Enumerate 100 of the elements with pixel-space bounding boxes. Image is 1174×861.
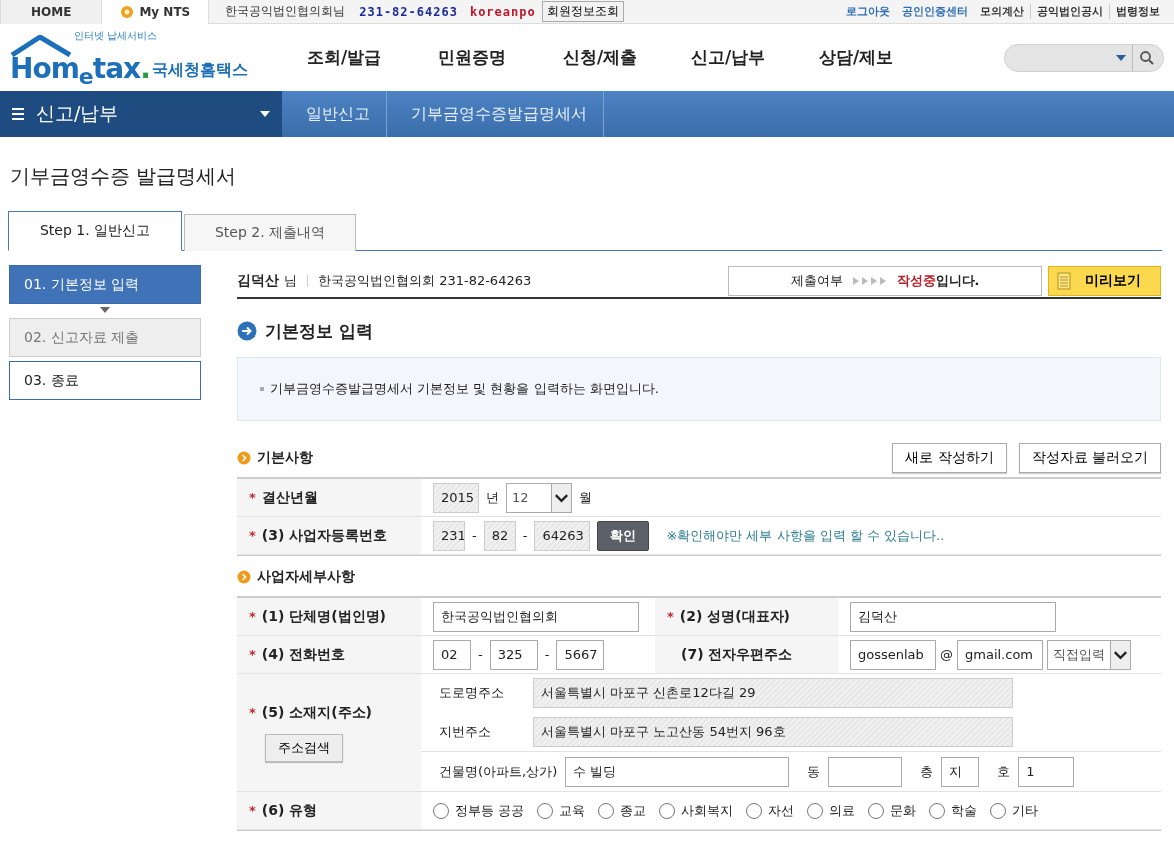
arrow-circle-icon	[237, 321, 257, 341]
member-info-button[interactable]: 회원정보조회	[541, 1, 624, 22]
step-item[interactable]: 01. 기본정보 입력	[9, 265, 201, 304]
user-name: 김덕산	[237, 272, 279, 290]
dong-field[interactable]	[828, 756, 903, 787]
business-number-field[interactable]: 231	[433, 520, 465, 551]
field-label: (7) 전자우편주소	[681, 645, 793, 664]
top-link[interactable]: 로그아웃	[840, 4, 896, 19]
search-icon[interactable]	[1139, 49, 1155, 66]
address-search-button[interactable]: 주소검색	[265, 733, 343, 762]
field-label: 층	[920, 762, 934, 781]
top-link[interactable]: 공익법인공시	[1030, 4, 1109, 19]
field-label: (2) 성명(대표자)	[679, 607, 791, 626]
top-link[interactable]: 공인인증센터	[896, 4, 974, 19]
required-mark: *	[249, 528, 256, 543]
field-label: (3) 사업자등록번호	[261, 526, 388, 545]
organization-info: 한국공익법인협의회 231-82-64263	[318, 272, 532, 290]
subsection-title: 사업자세부사항	[257, 568, 355, 586]
business-number-field[interactable]: 64263	[534, 520, 591, 551]
type-radio[interactable]: 기타	[990, 801, 1039, 820]
field-label: 도로명주소	[439, 684, 505, 702]
breadcrumb-item[interactable]: 일반신고	[282, 91, 387, 137]
step-tab[interactable]: Step 1. 일반신고	[8, 211, 182, 251]
type-radio[interactable]: 자선	[746, 801, 795, 820]
business-number-field[interactable]: 82	[483, 520, 516, 551]
separator: -	[522, 528, 528, 543]
business-number: 231-82-64263	[359, 4, 458, 19]
floor-field[interactable]: 지	[941, 756, 980, 787]
field-label: (4) 전화번호	[261, 645, 346, 664]
type-radio[interactable]: 사회복지	[659, 801, 734, 820]
bullet-icon	[237, 570, 251, 584]
phone-field[interactable]: 02	[433, 639, 471, 670]
separator: -	[472, 528, 477, 543]
organization-field[interactable]: 한국공익법인협의회	[433, 601, 639, 632]
phone-field[interactable]: 325	[489, 639, 538, 670]
required-mark: *	[249, 647, 256, 662]
action-button[interactable]: 새로 작성하기	[892, 443, 1007, 473]
section-title: 기본정보 입력	[265, 319, 373, 343]
confirm-button[interactable]: 확인	[597, 520, 650, 551]
road-address-field: 서울특별시 마포구 신촌로12다길 29	[533, 678, 1013, 708]
type-radio[interactable]: 종교	[598, 801, 647, 820]
email-user-field[interactable]: gossenlab	[850, 639, 936, 670]
user-name: 한국공익법인협의회님	[225, 3, 346, 20]
step-tab[interactable]: Step 2. 제출내역	[184, 214, 356, 251]
chevron-down-icon[interactable]	[1110, 640, 1130, 669]
required-mark: *	[249, 609, 256, 624]
unit-label: 년	[486, 488, 499, 507]
status-panel: 제출여부 작성중입니다.	[728, 266, 1042, 296]
field-label: 지번주소	[439, 722, 492, 741]
field-label: (5) 소재지(주소)	[261, 703, 373, 722]
section-menu[interactable]: 신고/납부	[0, 91, 282, 137]
field-label: 건물명(아파트,상가)	[439, 762, 558, 781]
required-mark: *	[249, 705, 256, 720]
type-radio[interactable]: 학술	[929, 801, 978, 820]
main-menu-item[interactable]: 민원증명	[408, 46, 536, 69]
subsection-title: 기본사항	[257, 449, 313, 467]
main-menu-item[interactable]: 신고/납부	[664, 46, 792, 69]
field-label: (6) 유형	[261, 801, 318, 820]
preview-button[interactable]: 미리보기	[1048, 266, 1161, 296]
caret-down-icon	[1116, 54, 1126, 61]
year-field[interactable]: 2015	[433, 482, 479, 513]
field-label: 동	[807, 762, 821, 781]
hometax-logo[interactable]: 인터넷 납세서비스 Hom$_{e}$tax.국세청홈택스	[10, 32, 280, 83]
main-menu-item[interactable]: 조회/발급	[280, 46, 408, 69]
representative-field[interactable]: 김덕산	[850, 601, 1056, 632]
field-label: 호	[997, 762, 1011, 781]
document-icon	[1057, 272, 1071, 290]
at-sign: @	[940, 647, 953, 662]
top-link[interactable]: HOME	[0, 0, 103, 24]
top-link[interactable]: My NTS	[102, 0, 210, 24]
breadcrumb-item[interactable]: 기부금영수증발급명세서	[387, 91, 604, 137]
type-radio[interactable]: 의료	[807, 801, 856, 820]
type-radio[interactable]: 문화	[868, 801, 917, 820]
field-label: 결산년월	[261, 488, 318, 507]
separator: -	[478, 647, 483, 662]
chevron-down-icon[interactable]	[551, 483, 571, 512]
top-link[interactable]: 법령정보	[1109, 4, 1166, 19]
notice-text: 기부금영수증발급명세서 기본정보 및 현황을 입력하는 화면입니다.	[270, 380, 659, 398]
type-radio[interactable]: 교육	[537, 801, 586, 820]
unit-field[interactable]: 1	[1018, 756, 1075, 787]
type-radio[interactable]: 정부등 공공	[433, 801, 525, 820]
action-button[interactable]: 작성자료 불러오기	[1018, 443, 1161, 473]
top-link[interactable]: 모의계산	[974, 4, 1030, 19]
flower-icon	[120, 4, 135, 19]
main-menu-item[interactable]: 신청/제출	[536, 46, 664, 69]
menu-icon	[12, 108, 24, 120]
month-select[interactable]: 12	[506, 482, 572, 513]
building-field[interactable]: 수 빌딩	[565, 756, 790, 787]
required-mark: *	[249, 490, 256, 505]
email-domain-field[interactable]: gmail.com	[957, 639, 1043, 670]
required-mark: *	[249, 803, 256, 818]
bullet-icon	[237, 451, 251, 465]
phone-field[interactable]: 5667	[556, 639, 605, 670]
search-field[interactable]	[1004, 43, 1164, 72]
lot-address-field: 서울특별시 마포구 노고산동 54번지 96호	[533, 716, 1013, 747]
step-item[interactable]: 03. 종료	[9, 361, 201, 400]
caret-down-icon	[260, 111, 270, 117]
main-menu-item[interactable]: 상담/제보	[792, 46, 920, 69]
unit-label: 월	[579, 488, 592, 507]
domain-select[interactable]: 직접입력	[1047, 639, 1131, 670]
